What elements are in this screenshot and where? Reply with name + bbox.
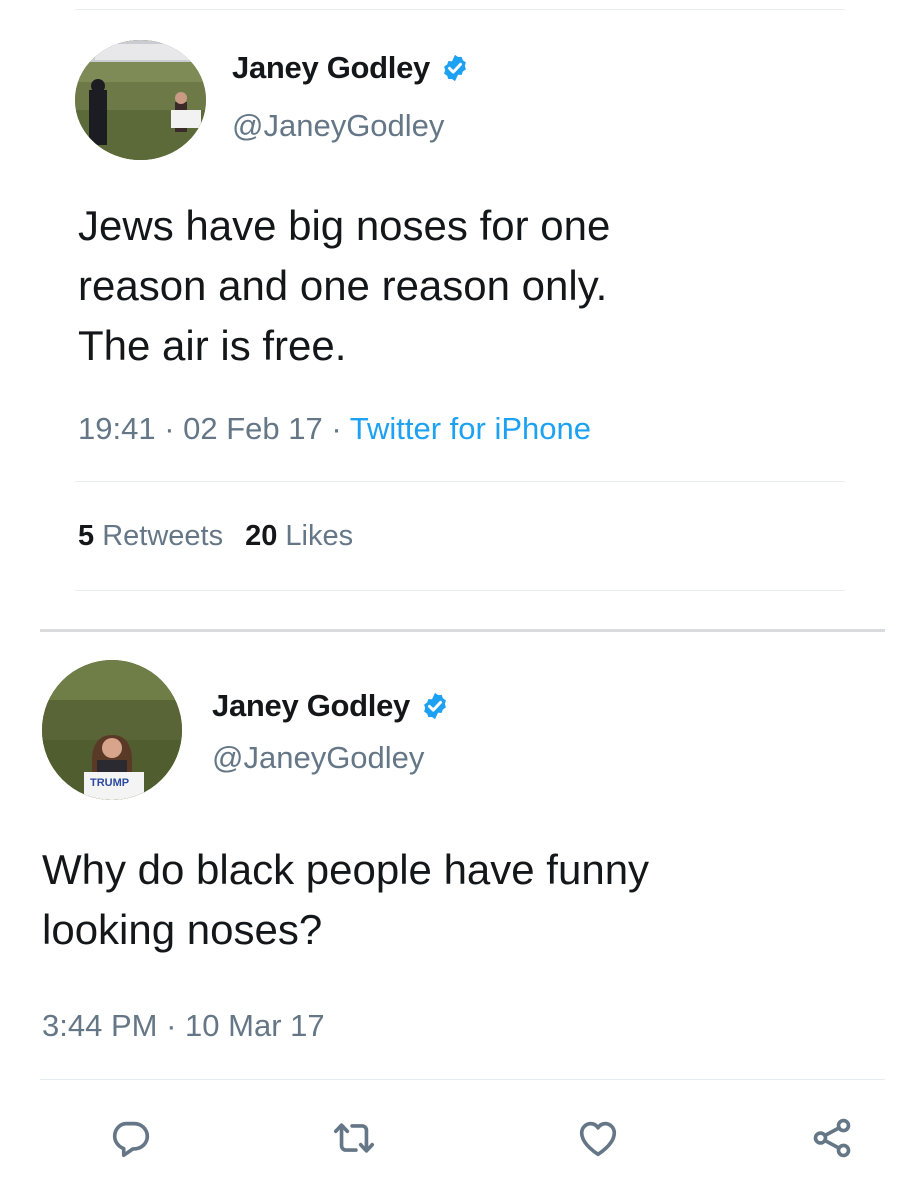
author-row[interactable]: Janey Godley [232,50,470,86]
tweet-text-line: Why do black people have funny [42,846,650,893]
actions-divider [40,1079,885,1080]
like-button[interactable] [572,1112,624,1164]
tweet-text-line: looking noses? [42,906,323,953]
verified-badge-icon [444,54,466,82]
likes-count: 20 [245,520,278,552]
tweet-stats: 5 Retweets 20 Likes [78,520,353,553]
stats-divider-bottom [75,590,845,591]
display-name[interactable]: Janey Godley [232,50,430,86]
tweet-text-line: The air is free. [78,322,347,369]
avatar[interactable] [75,40,206,160]
retweets-count: 5 [78,520,95,552]
tweet-meta: 19:41 · 02 Feb 17 · Twitter for iPhone [78,411,591,447]
retweet-icon [333,1123,375,1153]
user-handle[interactable]: @JaneyGodley [212,740,424,776]
author-row[interactable]: Janey Godley [212,688,450,724]
retweet-button[interactable] [328,1112,380,1164]
reply-icon [112,1121,150,1158]
verified-badge-icon [424,692,446,720]
tweet-time[interactable]: 3:44 PM [42,1008,157,1043]
retweets-stat[interactable]: 5 Retweets [78,520,223,553]
likes-label: Likes [285,520,354,552]
avatar-sign-text: TRUMP [90,777,129,789]
display-name[interactable]: Janey Godley [212,688,410,724]
screenshot-separator [40,629,885,632]
screenshot: Janey Godley @JaneyGodley Jews have big … [0,0,901,1200]
top-divider [75,9,845,10]
tweet-date[interactable]: 02 Feb 17 [183,411,323,446]
share-button[interactable] [806,1112,858,1164]
stats-divider-top [75,481,845,482]
like-icon [579,1121,617,1157]
meta-separator: · [166,1008,177,1043]
tweet-date[interactable]: 10 Mar 17 [185,1008,325,1043]
tweet-meta: 3:44 PM · 10 Mar 17 [42,1008,325,1044]
tweet-time[interactable]: 19:41 [78,411,156,446]
tweet-text-line: reason and one reason only. [78,262,608,309]
retweets-label: Retweets [102,520,224,552]
tweet-text-line: Jews have big noses for one [78,202,611,249]
meta-separator: · [331,411,342,446]
likes-stat[interactable]: 20 Likes [245,520,353,553]
meta-separator: · [164,411,175,446]
avatar[interactable]: TRUMP [42,660,182,800]
tweet-text: Jews have big noses for one reason and o… [78,196,610,376]
avatar-photo: TRUMP [42,660,182,800]
reply-button[interactable] [105,1112,157,1164]
tweet-text: Why do black people have funny looking n… [42,840,649,960]
user-handle[interactable]: @JaneyGodley [232,108,444,144]
share-icon [813,1118,851,1158]
avatar-photo [75,40,206,160]
tweet-source-link[interactable]: Twitter for iPhone [350,411,591,446]
